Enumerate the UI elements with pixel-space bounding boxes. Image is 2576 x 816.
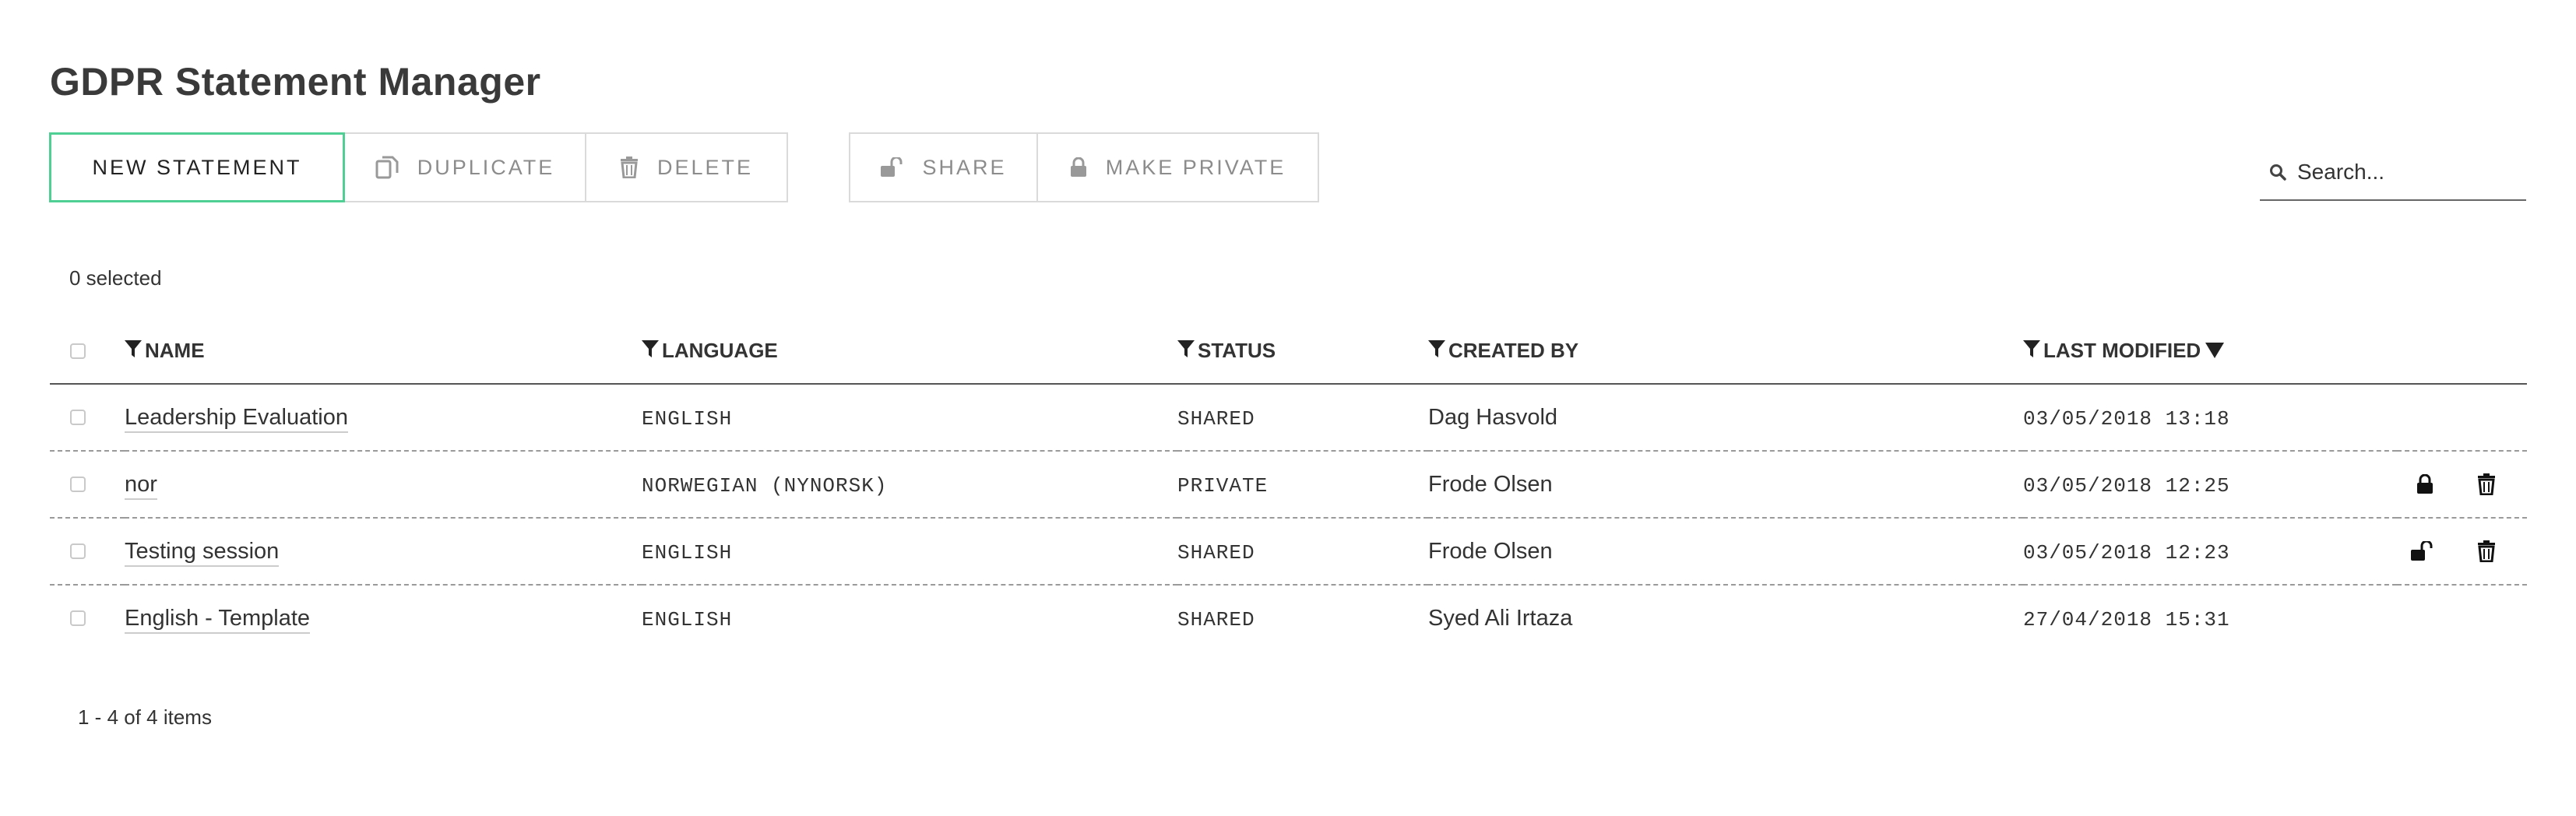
- share-label: SHARE: [922, 155, 1007, 179]
- row-unlock-icon[interactable]: [2410, 541, 2433, 561]
- created-by-cell: Frode Olsen: [1428, 538, 1553, 564]
- row-lock-icon[interactable]: [2416, 474, 2433, 494]
- last-modified-cell: 03/05/2018 12:25: [2023, 473, 2230, 498]
- unlock-icon: [880, 157, 903, 178]
- pager-info: 1 - 4 of 4 items: [78, 705, 212, 729]
- column-header-status[interactable]: STATUS: [1177, 319, 1428, 385]
- column-header-created-by[interactable]: CREATED BY: [1428, 319, 2023, 385]
- status-cell: SHARED: [1177, 607, 1255, 631]
- row-checkbox[interactable]: [70, 410, 86, 425]
- status-cell: SHARED: [1177, 540, 1255, 565]
- row-trash-icon[interactable]: [2477, 540, 2496, 562]
- trash-icon: [620, 157, 639, 178]
- column-name-label: NAME: [145, 338, 205, 362]
- new-statement-label: NEW STATEMENT: [92, 155, 302, 179]
- row-checkbox[interactable]: [70, 610, 86, 626]
- statement-name-link[interactable]: Leadership Evaluation: [125, 404, 348, 433]
- statement-name-link[interactable]: nor: [125, 471, 157, 500]
- language-cell: NORWEGIAN (NYNORSK): [642, 473, 888, 498]
- duplicate-button[interactable]: DUPLICATE: [343, 132, 586, 202]
- row-trash-icon[interactable]: [2477, 473, 2496, 495]
- language-cell: ENGLISH: [642, 406, 733, 431]
- filter-icon[interactable]: [125, 339, 142, 364]
- filter-icon[interactable]: [1177, 339, 1195, 364]
- row-actions: [2397, 473, 2527, 495]
- lock-icon: [1070, 157, 1087, 178]
- column-created-by-label: CREATED BY: [1448, 338, 1579, 362]
- column-header-name[interactable]: NAME: [125, 319, 642, 385]
- filter-icon[interactable]: [2023, 339, 2040, 364]
- table-row[interactable]: nor NORWEGIAN (NYNORSK) PRIVATE Frode Olsen…: [50, 451, 2527, 519]
- delete-label: DELETE: [656, 155, 754, 179]
- table-row[interactable]: English - Template ENGLISH SHARED Syed Ali …: [50, 585, 2527, 651]
- last-modified-cell: 03/05/2018 12:23: [2023, 540, 2230, 565]
- statement-name-link[interactable]: Testing session: [125, 538, 280, 567]
- select-all-checkbox[interactable]: [70, 343, 86, 359]
- created-by-cell: Frode Olsen: [1428, 471, 1553, 497]
- make-private-button[interactable]: MAKE PRIVATE: [1036, 132, 1319, 202]
- column-status-label: STATUS: [1198, 338, 1276, 362]
- row-actions: [2397, 540, 2527, 562]
- status-cell: PRIVATE: [1177, 473, 1269, 498]
- column-header-actions: [2397, 319, 2527, 385]
- status-cell: SHARED: [1177, 406, 1255, 431]
- search-box: [2260, 145, 2526, 201]
- row-checkbox[interactable]: [70, 543, 86, 559]
- column-header-last-modified[interactable]: LAST MODIFIED: [2023, 319, 2397, 385]
- table-header-row: NAME LANGUAGE STATUS CREATED BY LAST MOD…: [50, 319, 2527, 385]
- toolbar: NEW STATEMENT DUPLICATE DELETE SHARE MAK…: [49, 132, 1319, 202]
- duplicate-label: DUPLICATE: [417, 155, 555, 179]
- search-icon: [2269, 164, 2286, 181]
- last-modified-cell: 27/04/2018 15:31: [2023, 607, 2230, 631]
- created-by-cell: Dag Hasvold: [1428, 404, 1558, 430]
- row-checkbox[interactable]: [70, 477, 86, 492]
- language-cell: ENGLISH: [642, 607, 733, 631]
- language-cell: ENGLISH: [642, 540, 733, 565]
- last-modified-cell: 03/05/2018 13:18: [2023, 406, 2230, 431]
- statement-name-link[interactable]: English - Template: [125, 605, 311, 634]
- page-title: GDPR Statement Manager: [50, 60, 541, 104]
- created-by-cell: Syed Ali Irtaza: [1428, 605, 1573, 631]
- new-statement-button[interactable]: NEW STATEMENT: [49, 132, 345, 202]
- sort-descending-icon[interactable]: [2205, 339, 2225, 364]
- table-row[interactable]: Testing session ENGLISH SHARED Frode Olsen 0…: [50, 518, 2527, 586]
- delete-button[interactable]: DELETE: [585, 132, 788, 202]
- selected-count: 0 selected: [69, 266, 162, 290]
- make-private-label: MAKE PRIVATE: [1105, 155, 1286, 179]
- table-row[interactable]: Leadership Evaluation ENGLISH SHARED Dag Ha…: [50, 384, 2527, 452]
- filter-icon[interactable]: [1428, 339, 1445, 364]
- share-button[interactable]: SHARE: [849, 132, 1038, 202]
- statements-table: NAME LANGUAGE STATUS CREATED BY LAST MOD…: [50, 319, 2527, 651]
- column-language-label: LANGUAGE: [662, 338, 778, 362]
- duplicate-icon: [375, 156, 399, 179]
- column-header-language[interactable]: LANGUAGE: [642, 319, 1177, 385]
- search-input[interactable]: [2296, 159, 2517, 185]
- column-last-modified-label: LAST MODIFIED: [2043, 338, 2201, 362]
- filter-icon[interactable]: [642, 339, 659, 364]
